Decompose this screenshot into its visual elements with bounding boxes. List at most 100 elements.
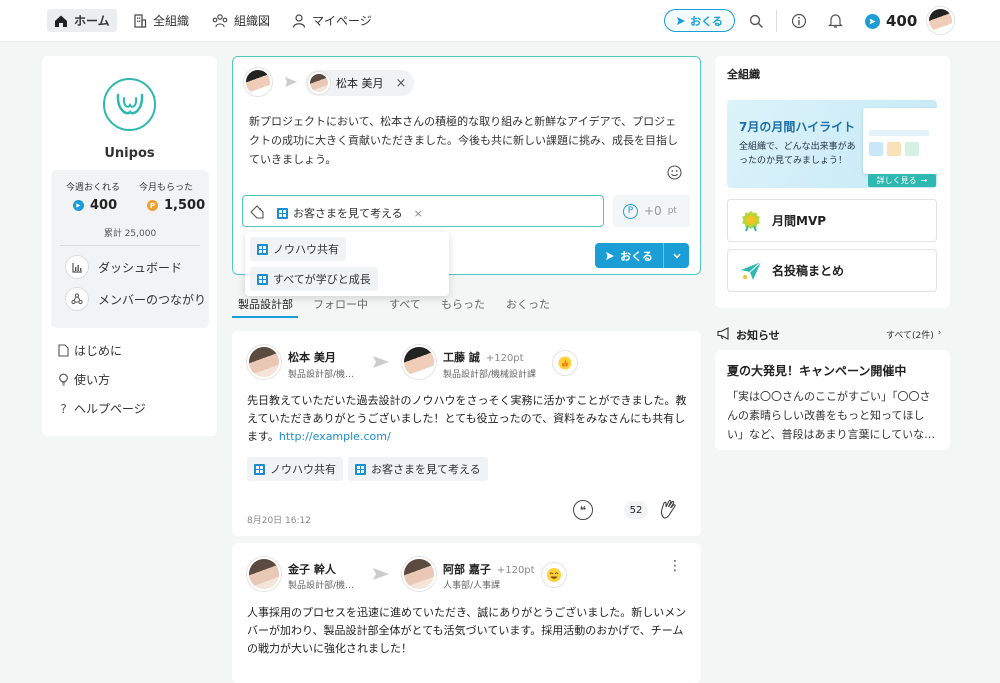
tab-sent[interactable]: おくった <box>506 296 550 312</box>
received-value: 1,500 <box>164 198 206 213</box>
thumbs-up-stamp-icon <box>552 350 578 376</box>
tag-input[interactable]: お客さまを見て考える × <box>242 195 604 227</box>
post-tag[interactable]: ノウハウ共有 <box>247 457 343 481</box>
post-link[interactable]: http://example.com/ <box>279 430 391 443</box>
composer-send-label: おくる <box>620 249 653 263</box>
post-points: +120pt <box>496 565 535 576</box>
nav-all-org[interactable]: 全組織 <box>126 9 196 32</box>
receiver-name[interactable]: 工藤 誠 <box>443 349 480 365</box>
nav-home[interactable]: ホーム <box>47 9 117 32</box>
best-posts-link[interactable]: 名投稿まとめ <box>727 249 937 292</box>
unipos-logo <box>103 78 156 131</box>
weekly-label: 今週おくれる <box>66 183 121 193</box>
send-icon <box>677 16 686 25</box>
receiver-dept: 製品設計部/機械設計課 <box>443 370 537 380</box>
megaphone-icon <box>717 327 729 340</box>
nav-mypage[interactable]: マイページ <box>285 9 379 32</box>
more-options-icon[interactable]: ⋮ <box>668 559 682 573</box>
nav-org-chart-label: 組織図 <box>234 14 271 28</box>
recipient-avatar <box>308 72 330 94</box>
arrow-right-icon <box>285 77 297 87</box>
banner-preview-image <box>863 108 937 174</box>
receiver-name[interactable]: 阿部 嘉子 <box>443 561 491 577</box>
left-sidebar: Unipos 今週おくれる 今月もらった 400 P 1,500 累計 25,0… <box>42 56 217 436</box>
tab-all[interactable]: すべて <box>389 296 421 312</box>
bell-icon[interactable] <box>826 12 844 30</box>
message-textarea[interactable]: 新プロジェクトにおいて、松本さんの積極的な取り組みと新鮮なアイデアで、プロジェク… <box>249 112 684 169</box>
link-how-to-label: 使い方 <box>74 373 111 387</box>
news-see-all[interactable]: すべて(2件) › <box>886 328 941 341</box>
receiver-avatar[interactable] <box>402 557 436 591</box>
top-header: ホーム 全組織 組織図 マイページ おくる 400 <box>0 0 1000 42</box>
link-how-to[interactable]: 使い方 <box>58 371 110 388</box>
link-getting-started-label: はじめに <box>74 344 123 358</box>
sender-avatar[interactable] <box>247 345 281 379</box>
banner-title: 7月の月間ハイライト <box>739 120 856 134</box>
clap-icon[interactable] <box>658 498 680 523</box>
user-avatar[interactable] <box>927 7 954 34</box>
recipient-name: 松本 美月 <box>336 77 384 90</box>
menu-dashboard[interactable]: ダッシュボード <box>65 255 182 279</box>
composer-send-button[interactable]: おくる <box>595 243 689 268</box>
sender-name[interactable]: 松本 美月 <box>288 349 336 365</box>
receiver-avatar[interactable] <box>402 345 436 379</box>
quote-icon[interactable]: ❝ <box>573 500 593 520</box>
menu-connections-label: メンバーのつながり <box>98 292 207 307</box>
weekly-points: 400 <box>73 198 117 213</box>
tab-department[interactable]: 製品設計部 <box>238 296 293 312</box>
total-points: 累計 25,000 <box>103 229 157 239</box>
link-getting-started[interactable]: はじめに <box>58 342 122 359</box>
suggestion-item[interactable]: ノウハウ共有 <box>250 237 346 261</box>
remove-recipient-icon[interactable]: × <box>396 76 407 91</box>
nav-org-chart[interactable]: 組織図 <box>205 9 277 32</box>
user-icon <box>292 13 306 28</box>
chevron-right-icon: › <box>937 328 942 338</box>
lightbulb-icon <box>59 373 68 386</box>
header-points: 400 <box>865 12 917 30</box>
points-input[interactable]: P +0 pt <box>613 195 690 227</box>
tab-received[interactable]: もらった <box>441 296 485 312</box>
suggestion-label: ノウハウ共有 <box>273 243 339 256</box>
weekly-value: 400 <box>90 198 118 213</box>
info-icon[interactable] <box>790 12 808 30</box>
post-tag-label: お客さまを見て考える <box>371 463 481 476</box>
banner-details-button[interactable]: 詳しく見る → <box>868 174 936 187</box>
link-help[interactable]: ? ヘルプページ <box>58 400 145 417</box>
post-points: +120pt <box>485 353 524 364</box>
chevron-down-icon <box>672 253 681 259</box>
points-p-icon: P <box>623 203 638 219</box>
blue-coin-icon <box>73 200 84 211</box>
news-card[interactable]: 夏の大発見！キャンペーン開催中 「実は〇〇さんのここがすごい」「〇〇さんの素晴ら… <box>715 350 950 450</box>
tab-following[interactable]: フォロー中 <box>313 296 368 312</box>
mvp-label: 月間MVP <box>772 214 827 228</box>
monthly-highlight-banner[interactable]: 7月の月間ハイライト 全組織で、どんな出来事があったのか見てみましょう！ 詳しく… <box>727 100 937 188</box>
clap-count: 52 <box>624 501 648 519</box>
post-tag[interactable]: お客さまを見て考える <box>348 457 488 481</box>
composer-sender-avatar <box>244 68 272 96</box>
building-icon <box>134 13 147 28</box>
feed-post: 金子 幹人 製品設計部/機… 阿部 嘉子 +120pt 人事部/人事課 ⋮ 人事… <box>232 543 701 683</box>
news-body: 「実は〇〇さんのここがすごい」「〇〇さんの素晴らしい改善をもっと知ってほしい」な… <box>727 390 936 441</box>
sender-avatar[interactable] <box>247 557 281 591</box>
value-building-icon <box>257 273 268 285</box>
send-options-dropdown[interactable] <box>663 243 689 268</box>
active-tab-indicator <box>232 316 298 318</box>
points-summary: 今週おくれる 今月もらった 400 P 1,500 累計 25,000 ダッシュ… <box>51 170 209 328</box>
suggestion-label: すべてが学びと成長 <box>273 273 371 286</box>
receiver-dept: 人事部/人事課 <box>443 581 501 591</box>
recipient-chip[interactable]: 松本 美月 × <box>305 70 415 96</box>
emoji-icon[interactable] <box>667 165 682 183</box>
nav-all-org-label: 全組織 <box>153 14 190 28</box>
suggestion-item[interactable]: すべてが学びと成長 <box>250 267 378 291</box>
remove-tag-icon[interactable]: × <box>414 207 423 220</box>
all-org-panel: 全組織 7月の月間ハイライト 全組織で、どんな出来事があったのか見てみましょう！… <box>715 56 950 308</box>
sender-name[interactable]: 金子 幹人 <box>288 561 336 577</box>
menu-connections[interactable]: メンバーのつながり <box>65 287 206 311</box>
news-headline: 夏の大発見！キャンペーン開催中 <box>727 364 907 378</box>
header-send-button[interactable]: おくる <box>664 9 735 32</box>
monthly-mvp-link[interactable]: 月間MVP <box>727 199 937 242</box>
selected-tag-chip[interactable]: お客さまを見て考える × <box>270 201 430 225</box>
receiver-row: 阿部 嘉子 +120pt <box>443 561 535 577</box>
medal-icon <box>742 210 760 231</box>
search-icon[interactable] <box>747 12 765 30</box>
